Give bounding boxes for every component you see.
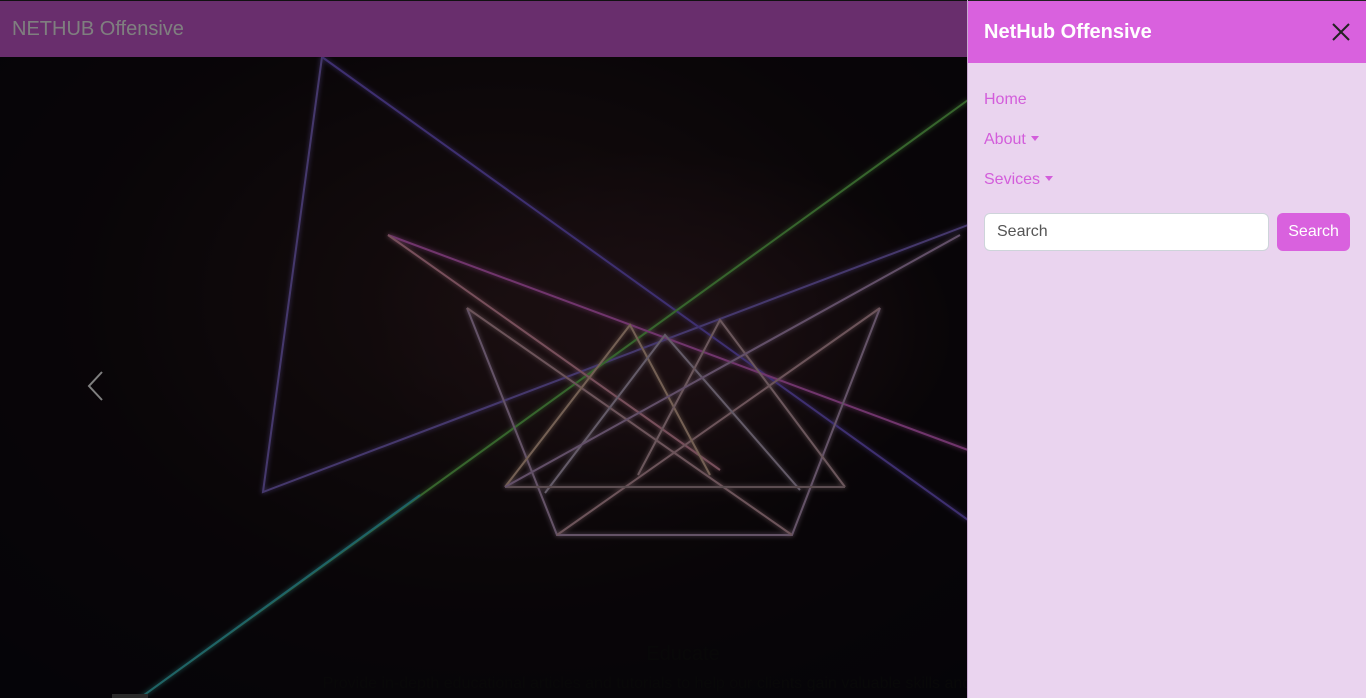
caret-down-icon (1045, 176, 1054, 181)
nav-item-about[interactable]: About (984, 128, 1350, 168)
search-form: Search (984, 213, 1350, 251)
offcanvas-title: NetHub Offensive (984, 21, 1152, 43)
nav-item-about-label: About (984, 131, 1026, 148)
offcanvas-menu: NetHub Offensive Home About Sevices Sear… (967, 0, 1366, 698)
close-icon (1332, 23, 1350, 41)
close-button[interactable] (1330, 21, 1352, 43)
offcanvas-nav: Home About Sevices (968, 63, 1366, 208)
nav-item-services-label: Sevices (984, 171, 1041, 188)
nav-item-home[interactable]: Home (984, 88, 1350, 128)
search-button[interactable]: Search (1277, 213, 1350, 251)
nav-item-home-label: Home (984, 91, 1027, 108)
search-input[interactable] (984, 213, 1270, 251)
caret-down-icon (1030, 136, 1039, 141)
offcanvas-header: NetHub Offensive (968, 0, 1366, 63)
nav-item-services[interactable]: Sevices (984, 168, 1350, 208)
